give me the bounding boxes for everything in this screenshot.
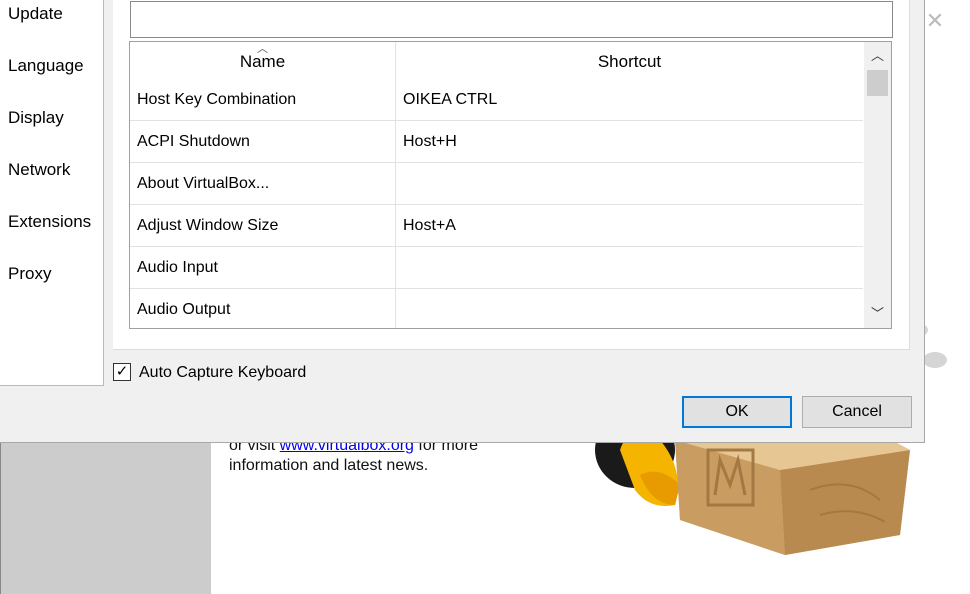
cell-shortcut[interactable] xyxy=(396,247,863,288)
table-row[interactable]: About VirtualBox... xyxy=(130,163,863,205)
sidebar-item-display[interactable]: Display xyxy=(8,108,64,128)
column-header-name-label: Name xyxy=(239,52,286,71)
auto-capture-keyboard-label: Auto Capture Keyboard xyxy=(139,364,307,381)
table-row[interactable]: Audio Output xyxy=(130,289,863,328)
cell-shortcut[interactable]: OIKEA CTRL xyxy=(396,79,863,120)
table-row[interactable]: ACPI Shutdown Host+H xyxy=(130,121,863,163)
cell-action-name: ACPI Shutdown xyxy=(130,121,396,162)
cell-action-name: Audio Output xyxy=(130,289,396,328)
table-body: Host Key Combination OIKEA CTRL ACPI Shu… xyxy=(130,79,863,328)
cell-shortcut[interactable] xyxy=(396,289,863,328)
cell-shortcut[interactable]: Host+A xyxy=(396,205,863,246)
cell-action-name: Audio Input xyxy=(130,247,396,288)
table-header: ︿ Name Shortcut xyxy=(130,42,863,79)
manager-machine-list xyxy=(0,440,211,594)
ok-button[interactable]: OK xyxy=(682,396,792,428)
settings-sidebar: Update Language Display Network Extensio… xyxy=(0,0,104,386)
cell-action-name: Adjust Window Size xyxy=(130,205,396,246)
column-header-name[interactable]: ︿ Name xyxy=(130,42,396,79)
table-row[interactable]: Audio Input xyxy=(130,247,863,289)
cell-action-name: Host Key Combination xyxy=(130,79,396,120)
sidebar-item-update[interactable]: Update xyxy=(8,4,63,24)
sidebar-item-proxy[interactable]: Proxy xyxy=(8,264,51,284)
scrollbar-thumb[interactable] xyxy=(867,70,888,96)
shortcut-filter-input[interactable] xyxy=(130,1,893,38)
manager-close-icon[interactable]: ✕ xyxy=(924,10,946,32)
scroll-up-icon[interactable]: ︿ xyxy=(864,42,891,70)
cell-shortcut[interactable] xyxy=(396,163,863,204)
cancel-button[interactable]: Cancel xyxy=(802,396,912,428)
shortcut-table: ︿ Name Shortcut Host Key Combination OIK… xyxy=(129,41,892,329)
cell-shortcut[interactable]: Host+H xyxy=(396,121,863,162)
sidebar-item-language[interactable]: Language xyxy=(8,56,84,76)
table-row[interactable]: Adjust Window Size Host+A xyxy=(130,205,863,247)
auto-capture-keyboard-checkbox[interactable]: ✓ xyxy=(113,363,131,381)
table-vertical-scrollbar[interactable]: ︿ ﹀ xyxy=(864,42,891,328)
column-header-shortcut-label: Shortcut xyxy=(597,52,662,71)
cell-action-name: About VirtualBox... xyxy=(130,163,396,204)
welcome-text-line2: information and latest news. xyxy=(229,457,429,474)
table-row[interactable]: Host Key Combination OIKEA CTRL xyxy=(130,79,863,121)
sidebar-item-extensions[interactable]: Extensions xyxy=(8,212,91,232)
preferences-dialog: Update Language Display Network Extensio… xyxy=(0,0,925,443)
column-header-shortcut[interactable]: Shortcut xyxy=(396,42,863,79)
scroll-down-icon[interactable]: ﹀ xyxy=(864,300,891,328)
sidebar-item-network[interactable]: Network xyxy=(8,160,70,180)
